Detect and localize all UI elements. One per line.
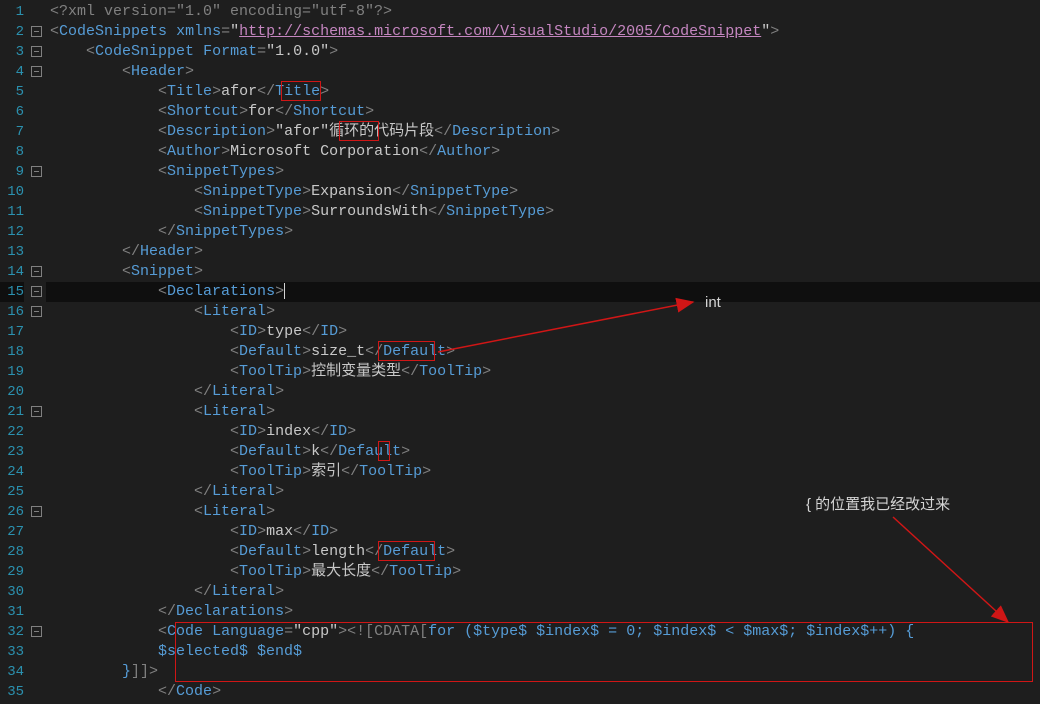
code-line[interactable]: <ToolTip>最大长度</ToolTip> bbox=[46, 562, 1040, 582]
annotation-int: int bbox=[705, 293, 721, 313]
line-number-gutter: 1234567891011121314151617181920212223242… bbox=[0, 0, 30, 704]
code-line[interactable]: }]]> bbox=[46, 662, 1040, 682]
code-line[interactable]: <CodeSnippets xmlns="http://schemas.micr… bbox=[46, 22, 1040, 42]
code-line[interactable]: <Description>"afor"循环的代码片段</Description> bbox=[46, 122, 1040, 142]
annotation-brace: { 的位置我已经改过来 bbox=[806, 495, 950, 515]
code-area[interactable]: <?xml version="1.0" encoding="utf-8"?><C… bbox=[46, 0, 1040, 704]
code-line[interactable]: <Shortcut>for</Shortcut> bbox=[46, 102, 1040, 122]
code-line[interactable]: </Literal> bbox=[46, 382, 1040, 402]
code-line[interactable]: <Literal> bbox=[46, 302, 1040, 322]
code-line[interactable]: <Title>afor</Title> bbox=[46, 82, 1040, 102]
code-line[interactable]: $selected$ $end$ bbox=[46, 642, 1040, 662]
fold-gutter bbox=[30, 0, 46, 704]
code-line[interactable]: <Author>Microsoft Corporation</Author> bbox=[46, 142, 1040, 162]
code-line[interactable]: <ToolTip>索引</ToolTip> bbox=[46, 462, 1040, 482]
code-line[interactable]: <ID>index</ID> bbox=[46, 422, 1040, 442]
code-line[interactable]: <SnippetTypes> bbox=[46, 162, 1040, 182]
code-line[interactable]: </SnippetTypes> bbox=[46, 222, 1040, 242]
code-line[interactable]: <ID>max</ID> bbox=[46, 522, 1040, 542]
code-line[interactable]: <ID>type</ID> bbox=[46, 322, 1040, 342]
code-line[interactable]: <CodeSnippet Format="1.0.0"> bbox=[46, 42, 1040, 62]
code-line[interactable]: <Default>size_t</Default> bbox=[46, 342, 1040, 362]
code-line[interactable]: <SnippetType>Expansion</SnippetType> bbox=[46, 182, 1040, 202]
code-line[interactable]: </Literal> bbox=[46, 582, 1040, 602]
code-line[interactable]: <?xml version="1.0" encoding="utf-8"?> bbox=[46, 2, 1040, 22]
code-line[interactable]: <SnippetType>SurroundsWith</SnippetType> bbox=[46, 202, 1040, 222]
code-line[interactable]: <Header> bbox=[46, 62, 1040, 82]
code-line[interactable]: <Literal> bbox=[46, 402, 1040, 422]
code-line[interactable]: <ToolTip>控制变量类型</ToolTip> bbox=[46, 362, 1040, 382]
code-line[interactable]: </Header> bbox=[46, 242, 1040, 262]
code-editor[interactable]: 1234567891011121314151617181920212223242… bbox=[0, 0, 1040, 704]
code-line[interactable]: <Declarations> bbox=[46, 282, 1040, 302]
code-line[interactable]: <Default>k</Default> bbox=[46, 442, 1040, 462]
code-line[interactable]: <Default>length</Default> bbox=[46, 542, 1040, 562]
code-line[interactable]: <Snippet> bbox=[46, 262, 1040, 282]
code-line[interactable]: </Declarations> bbox=[46, 602, 1040, 622]
code-line[interactable]: <Code Language="cpp"><![CDATA[for ($type… bbox=[46, 622, 1040, 642]
code-line[interactable]: </Code> bbox=[46, 682, 1040, 702]
